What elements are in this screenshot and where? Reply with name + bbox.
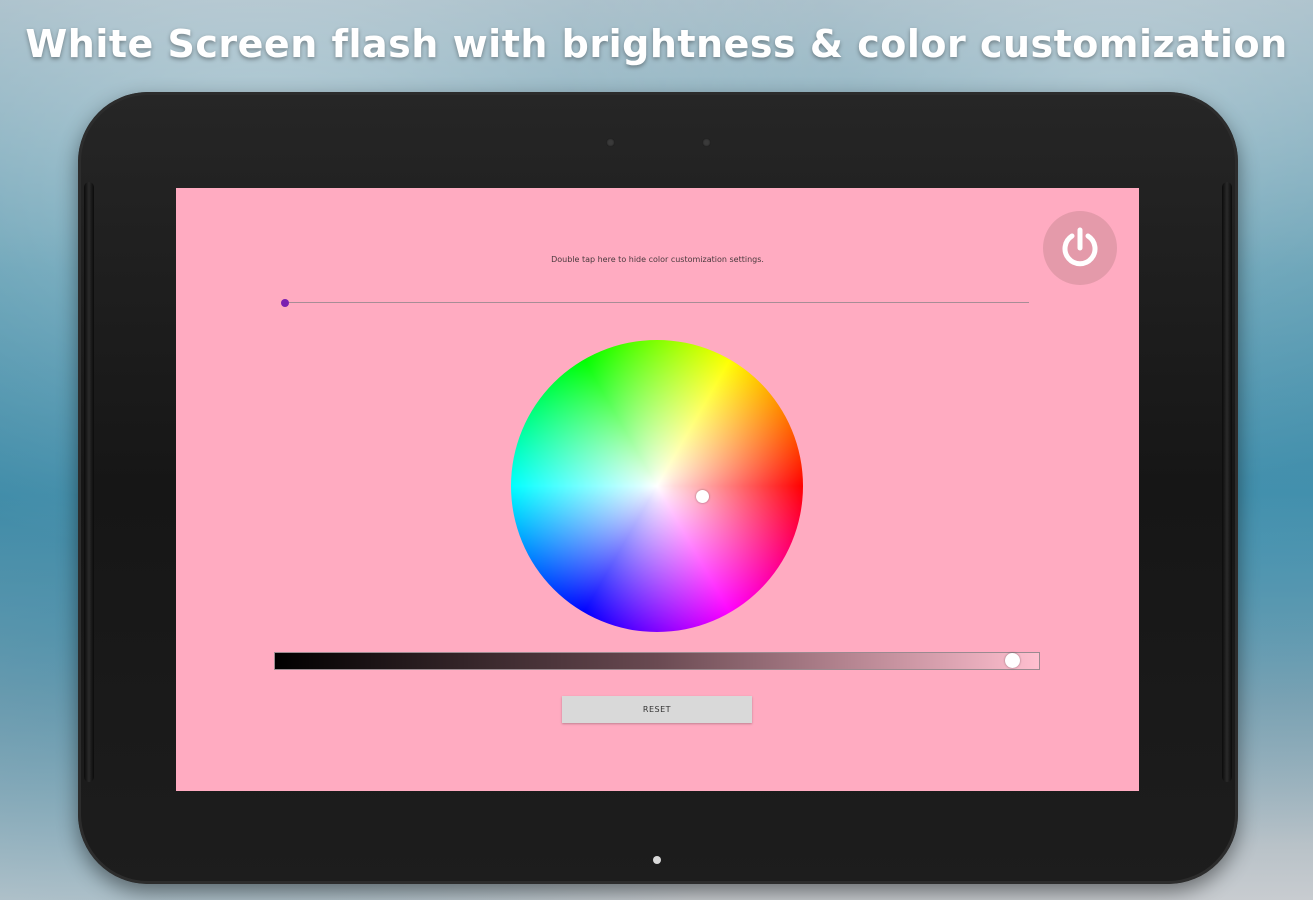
color-wheel[interactable] bbox=[511, 340, 803, 632]
app-screen[interactable]: Double tap here to hide color customizat… bbox=[176, 188, 1139, 791]
power-button[interactable] bbox=[1043, 211, 1117, 285]
brightness-slider-track[interactable] bbox=[274, 652, 1040, 670]
top-slider-thumb[interactable] bbox=[281, 299, 289, 307]
front-sensor-dot bbox=[702, 138, 711, 147]
power-icon bbox=[1062, 227, 1098, 267]
tablet-side-edge-left bbox=[84, 182, 94, 782]
tablet-side-edge-right bbox=[1222, 182, 1232, 782]
front-camera-dot bbox=[606, 138, 615, 147]
reset-button[interactable]: RESET bbox=[562, 696, 752, 723]
hide-settings-hint: Double tap here to hide color customizat… bbox=[551, 255, 764, 264]
brightness-slider-thumb[interactable] bbox=[1005, 653, 1020, 668]
color-wheel-selector[interactable] bbox=[696, 490, 709, 503]
home-indicator-dot bbox=[653, 856, 661, 864]
promo-headline: White Screen flash with brightness & col… bbox=[25, 22, 1288, 66]
top-slider-track[interactable] bbox=[284, 302, 1029, 303]
